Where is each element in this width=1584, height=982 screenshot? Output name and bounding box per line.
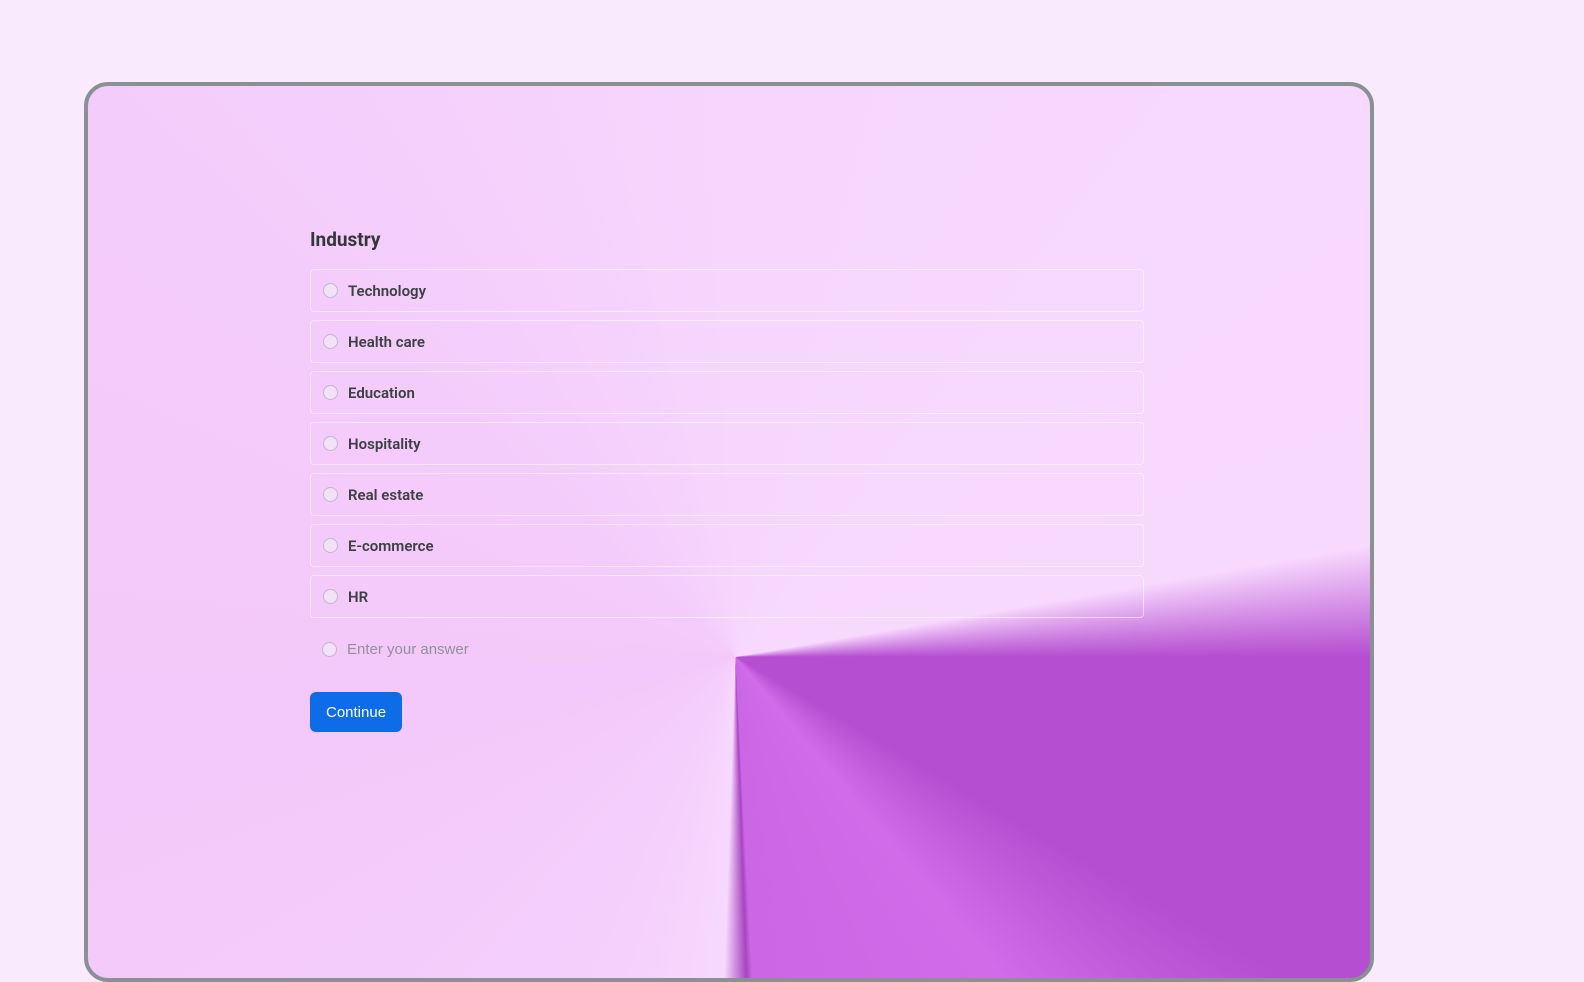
radio-label: HR: [348, 588, 368, 606]
radio-option-other[interactable]: [310, 628, 1144, 670]
radio-label: Technology: [348, 282, 426, 300]
radio-option-technology[interactable]: Technology: [310, 269, 1144, 312]
radio-label: E-commerce: [348, 537, 434, 555]
radio-icon: [323, 436, 338, 451]
radio-option-health-care[interactable]: Health care: [310, 320, 1144, 363]
radio-label: Health care: [348, 333, 425, 351]
radio-option-hospitality[interactable]: Hospitality: [310, 422, 1144, 465]
radio-icon: [322, 642, 337, 657]
radio-label: Hospitality: [348, 435, 421, 453]
radio-label: Education: [348, 384, 415, 402]
radio-icon: [323, 283, 338, 298]
radio-option-hr[interactable]: HR: [310, 575, 1144, 618]
radio-option-real-estate[interactable]: Real estate: [310, 473, 1144, 516]
radio-icon: [323, 589, 338, 604]
radio-group: Technology Health care Education Hospita…: [310, 269, 1144, 670]
form-content: Industry Technology Health care Educatio…: [310, 228, 1144, 732]
radio-icon: [323, 538, 338, 553]
radio-label: Real estate: [348, 486, 423, 504]
other-answer-input[interactable]: [347, 641, 1132, 658]
form-title: Industry: [310, 228, 1144, 251]
radio-option-education[interactable]: Education: [310, 371, 1144, 414]
continue-button[interactable]: Continue: [310, 692, 402, 732]
form-frame: Industry Technology Health care Educatio…: [84, 82, 1374, 982]
radio-icon: [323, 487, 338, 502]
radio-icon: [323, 334, 338, 349]
radio-icon: [323, 385, 338, 400]
radio-option-ecommerce[interactable]: E-commerce: [310, 524, 1144, 567]
